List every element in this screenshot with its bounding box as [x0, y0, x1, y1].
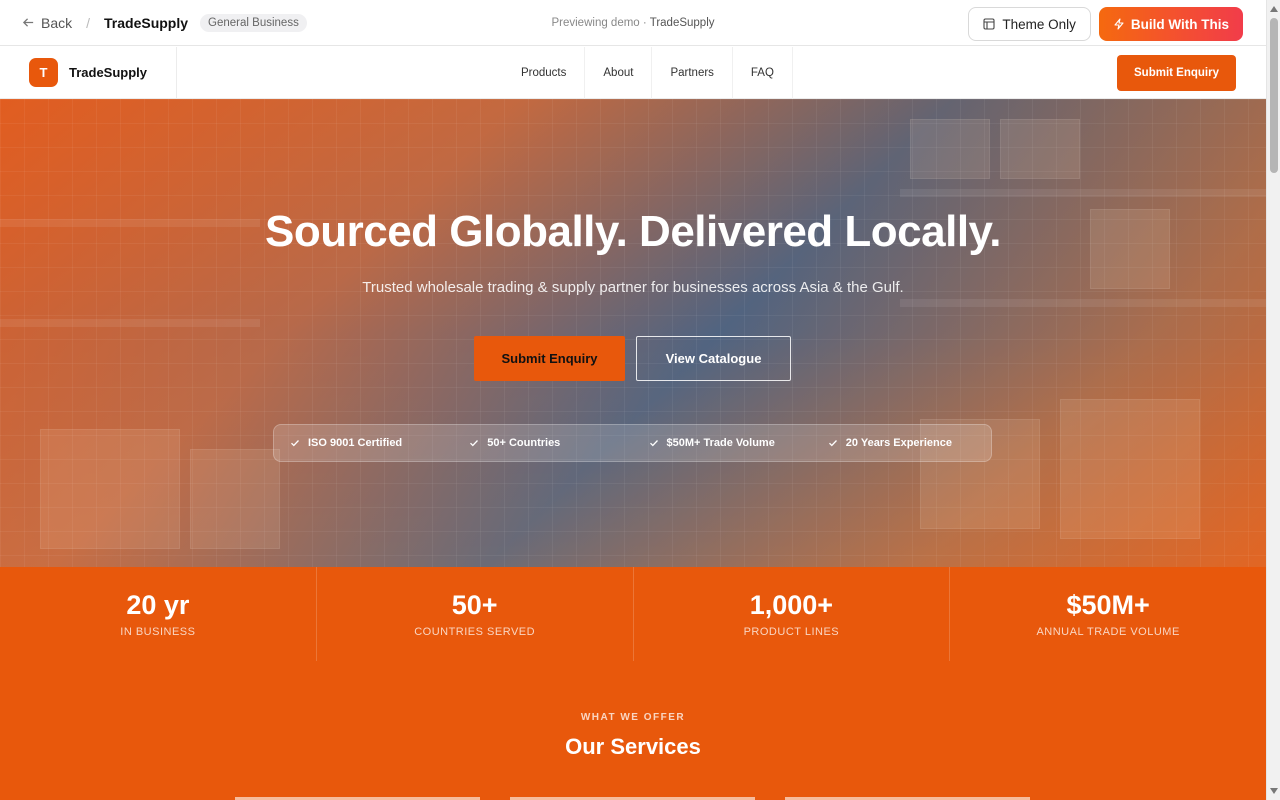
trust-badge-label: ISO 9001 Certified	[308, 437, 403, 449]
stat-item: 50+ COUNTRIES SERVED	[317, 567, 634, 661]
lightning-icon	[1114, 18, 1124, 30]
view-catalogue-button[interactable]: View Catalogue	[636, 336, 791, 381]
preview-prefix: Previewing demo ·	[551, 16, 647, 29]
stat-value: 20 yr	[126, 590, 190, 620]
breadcrumb-separator: /	[86, 14, 91, 31]
hero-submit-enquiry-button[interactable]: Submit Enquiry	[474, 336, 625, 381]
preview-site-name: TradeSupply	[104, 14, 189, 31]
back-label: Back	[41, 14, 73, 31]
brand-name: TradeSupply	[69, 65, 148, 80]
trust-badge: 50+ Countries	[453, 437, 632, 449]
nav-link-about[interactable]: About	[584, 47, 651, 99]
brand[interactable]: T TradeSupply	[0, 46, 177, 99]
services-title: Our Services	[565, 734, 701, 759]
stat-value: 50+	[451, 590, 498, 620]
back-button[interactable]: Back	[22, 15, 72, 31]
trust-badges: ISO 9001 Certified 50+ Countries $50M+ T…	[273, 424, 992, 462]
check-icon	[470, 440, 479, 447]
site-header: T TradeSupply Products About Partners FA…	[0, 46, 1266, 99]
stats-bar: 20 yr IN BUSINESS 50+ COUNTRIES SERVED 1…	[0, 567, 1266, 661]
check-icon	[291, 440, 299, 447]
stat-item: 1,000+ PRODUCT LINES	[634, 567, 951, 661]
hero-title: Sourced Globally. Delivered Locally.	[265, 207, 1001, 256]
stat-label: PRODUCT LINES	[743, 626, 840, 638]
build-with-this-button[interactable]: Build With This	[1098, 7, 1243, 41]
stat-item: $50M+ ANNUAL TRADE VOLUME	[950, 567, 1266, 661]
services-section: WHAT WE OFFER Our Services	[0, 661, 1266, 800]
stat-item: 20 yr IN BUSINESS	[0, 567, 317, 661]
theme-only-label: Theme Only	[1002, 16, 1076, 32]
nav-links: Products About Partners FAQ	[503, 47, 793, 99]
hero-subtitle: Trusted wholesale trading & supply partn…	[362, 279, 904, 296]
theme-only-button[interactable]: Theme Only	[968, 7, 1091, 41]
preview-bar: Back / TradeSupply General Business Prev…	[0, 0, 1266, 46]
hero-grid-overlay	[0, 99, 1266, 567]
check-icon	[828, 440, 837, 447]
nav-link-partners[interactable]: Partners	[651, 47, 731, 99]
category-badge: General Business	[200, 13, 307, 32]
services-eyebrow: WHAT WE OFFER	[580, 712, 686, 723]
stat-label: IN BUSINESS	[120, 626, 196, 638]
stat-label: COUNTRIES SERVED	[414, 626, 536, 638]
trust-badge: $50M+ Trade Volume	[633, 437, 812, 449]
check-icon	[649, 440, 658, 447]
trust-badge-label: 50+ Countries	[487, 437, 561, 449]
layout-icon	[983, 18, 995, 30]
scrollbar[interactable]	[1266, 0, 1280, 800]
trust-badge: ISO 9001 Certified	[274, 437, 453, 449]
nav-link-products[interactable]: Products	[503, 47, 584, 99]
stat-value: $50M+	[1066, 590, 1150, 620]
preview-name: TradeSupply	[649, 16, 715, 29]
trust-badge-label: 20 Years Experience	[845, 437, 952, 449]
stat-label: ANNUAL TRADE VOLUME	[1036, 626, 1180, 638]
scroll-down-arrow[interactable]	[1270, 788, 1278, 794]
nav-submit-enquiry-button[interactable]: Submit Enquiry	[1117, 55, 1236, 91]
build-label: Build With This	[1130, 16, 1229, 32]
scroll-up-arrow[interactable]	[1270, 6, 1278, 12]
stat-value: 1,000+	[749, 590, 834, 620]
arrow-left-icon	[22, 18, 34, 27]
hero-section: Sourced Globally. Delivered Locally. Tru…	[0, 99, 1266, 567]
brand-logo: T	[29, 58, 58, 87]
nav-link-faq[interactable]: FAQ	[731, 47, 793, 99]
scroll-thumb[interactable]	[1270, 18, 1278, 173]
trust-badge: 20 Years Experience	[812, 437, 991, 449]
trust-badge-label: $50M+ Trade Volume	[666, 437, 775, 449]
